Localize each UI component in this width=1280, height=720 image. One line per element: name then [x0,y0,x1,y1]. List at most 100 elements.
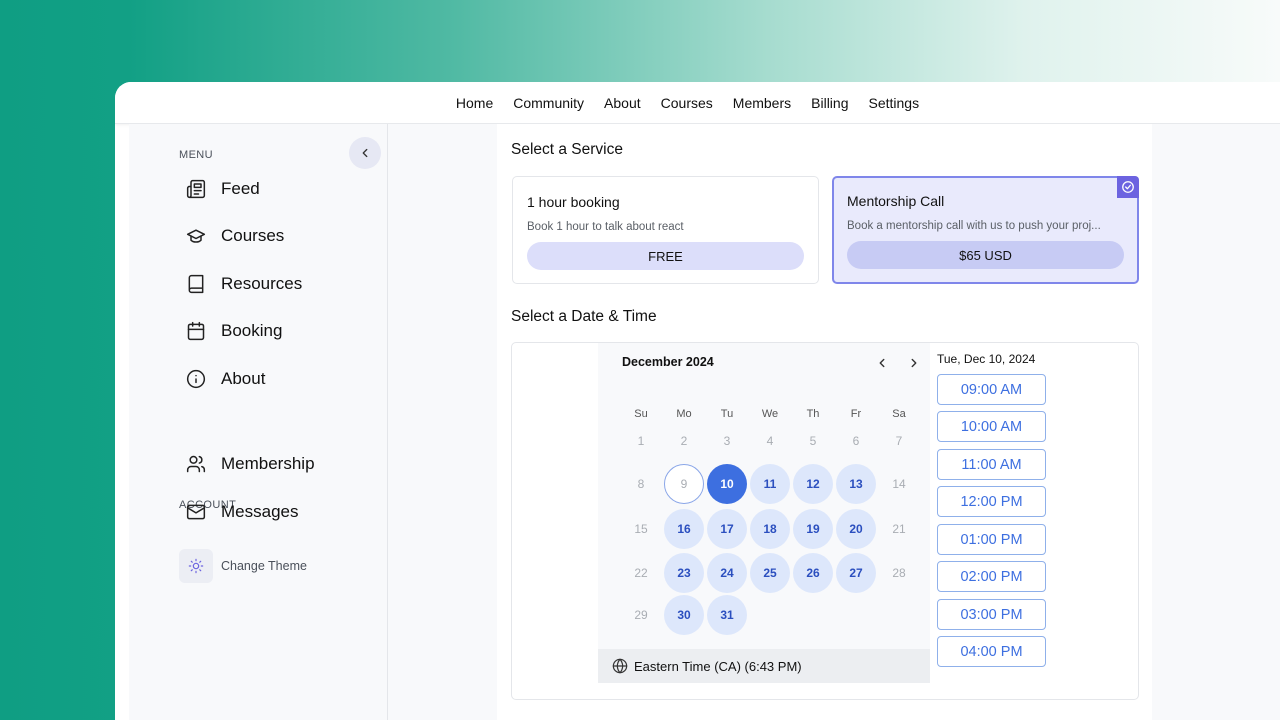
mail-icon [185,501,207,523]
calendar-day[interactable]: 16 [664,509,704,549]
calendar-day: 6 [852,434,860,448]
next-month-button[interactable] [904,353,924,373]
calendar-day: 8 [637,477,645,491]
chevron-left-icon [879,358,885,368]
time-slot[interactable]: 04:00 PM [937,636,1046,667]
calendar-day: 21 [892,522,906,536]
weekday-header: We [761,408,779,420]
calendar-day[interactable]: 24 [707,553,747,593]
service-card-hour-booking[interactable]: 1 hour booking Book 1 hour to talk about… [512,176,819,284]
calendar-day: 7 [895,434,903,448]
sidebar: MENU Feed Courses Resources Booking Abou… [129,124,388,720]
calendar-day: 15 [634,522,648,536]
time-slot[interactable]: 11:00 AM [937,449,1046,480]
time-slot[interactable]: 03:00 PM [937,599,1046,630]
weekday-header: Mo [676,408,692,420]
calendar-day: 1 [637,434,645,448]
sidebar-item-resources[interactable]: Resources [185,269,302,299]
sidebar-item-label: About [221,369,266,388]
book-icon [185,273,207,295]
nav-courses[interactable]: Courses [661,95,713,111]
calendar-day[interactable]: 10 [707,464,747,504]
calendar-day[interactable]: 25 [750,553,790,593]
sidebar-item-label: Messages [221,502,299,521]
calendar-day: 9 [664,464,704,504]
nav-settings[interactable]: Settings [869,95,920,111]
calendar-day: 5 [809,434,817,448]
sidebar-item-label: Courses [221,226,285,245]
selected-date-label: Tue, Dec 10, 2024 [937,352,1036,366]
timezone-selector[interactable]: Eastern Time (CA) (6:43 PM) [598,649,930,683]
weekday-header: Tu [720,408,734,420]
time-slot[interactable]: 02:00 PM [937,561,1046,592]
service-price: FREE [527,242,804,270]
sidebar-item-label: Resources [221,274,303,293]
calendar-day[interactable]: 19 [793,509,833,549]
time-slot[interactable]: 10:00 AM [937,411,1046,442]
sidebar-item-membership[interactable]: Membership [185,449,315,479]
datetime-heading: Select a Date & Time [511,308,657,325]
calendar-day: 28 [892,566,906,580]
nav-members[interactable]: Members [733,95,791,111]
calendar-day[interactable]: 31 [707,595,747,635]
service-card-mentorship-call[interactable]: Mentorship Call Book a mentorship call w… [832,176,1139,284]
nav-billing[interactable]: Billing [811,95,848,111]
calendar-day: 14 [892,477,906,491]
calendar-day[interactable]: 18 [750,509,790,549]
calendar-day[interactable]: 13 [836,464,876,504]
calendar-icon [185,320,207,342]
service-price: $65 USD [847,241,1124,269]
change-theme-label: Change Theme [221,559,307,573]
weekday-header: Su [634,408,648,420]
calendar-day: 29 [634,608,648,622]
calendar: December 2024 Eastern Time (CA) (6:43 PM… [598,343,930,683]
globe-icon [612,658,628,674]
calendar-day[interactable]: 11 [750,464,790,504]
change-theme-button[interactable]: Change Theme [179,549,307,583]
graduation-cap-icon [185,225,207,247]
nav-community[interactable]: Community [513,95,584,111]
sidebar-item-label: Feed [221,179,260,198]
calendar-day: 3 [723,434,731,448]
nav-about[interactable]: About [604,95,641,111]
prev-month-button[interactable] [872,353,892,373]
calendar-day[interactable]: 27 [836,553,876,593]
timezone-label: Eastern Time (CA) (6:43 PM) [634,658,802,674]
date-time-picker: December 2024 Eastern Time (CA) (6:43 PM… [511,342,1139,700]
time-slot[interactable]: 09:00 AM [937,374,1046,405]
newspaper-icon [185,178,207,200]
weekday-header: Th [806,408,820,420]
users-icon [185,453,207,475]
nav-home[interactable]: Home [456,95,493,111]
chevron-left-icon [362,148,368,158]
calendar-day[interactable]: 20 [836,509,876,549]
calendar-day[interactable]: 12 [793,464,833,504]
service-description: Book 1 hour to talk about react [527,221,684,233]
menu-section-label: MENU [179,149,213,161]
check-circle-icon [1117,176,1139,198]
sidebar-item-messages[interactable]: Messages [185,497,298,527]
service-heading: Select a Service [511,141,623,158]
calendar-day[interactable]: 26 [793,553,833,593]
calendar-day: 2 [680,434,688,448]
time-slot[interactable]: 01:00 PM [937,524,1046,555]
calendar-day[interactable]: 17 [707,509,747,549]
sidebar-item-courses[interactable]: Courses [185,221,284,251]
time-slot[interactable]: 12:00 PM [937,486,1046,517]
weekday-header: Sa [892,408,906,420]
calendar-day[interactable]: 23 [664,553,704,593]
calendar-day[interactable]: 30 [664,595,704,635]
calendar-day: 22 [634,566,648,580]
sun-icon [179,549,213,583]
sidebar-item-label: Membership [221,454,315,473]
app-window: Home Community About Courses Members Bil… [115,82,1280,720]
sidebar-item-about[interactable]: About [185,364,265,394]
sidebar-item-booking[interactable]: Booking [185,316,282,346]
sidebar-item-feed[interactable]: Feed [185,174,260,204]
top-navigation: Home Community About Courses Members Bil… [115,82,1280,124]
collapse-sidebar-button[interactable] [349,137,381,169]
weekday-header: Fr [850,408,862,420]
sidebar-item-label: Booking [221,321,283,340]
month-title: December 2024 [622,355,714,369]
service-description: Book a mentorship call with us to push y… [847,220,1101,232]
